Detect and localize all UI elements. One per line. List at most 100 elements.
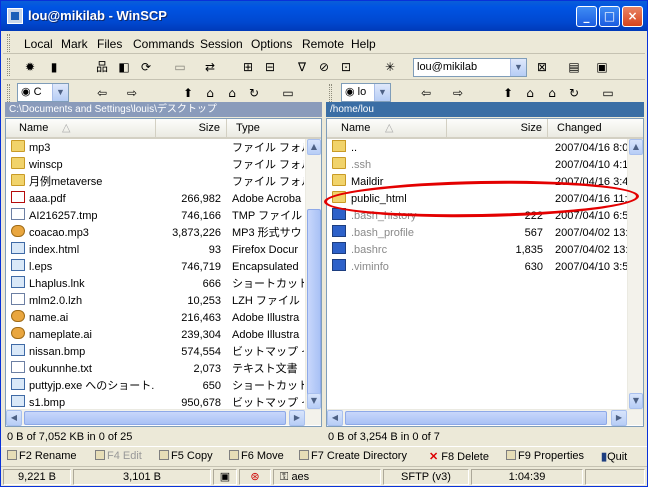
table-row[interactable]: winscp ファイル フォルダ xyxy=(6,157,305,174)
table-row[interactable]: .bashrc 1,835 2007/04/02 13:... xyxy=(327,242,627,259)
local-vertical-scrollbar[interactable]: ▲ ▼ xyxy=(305,139,321,409)
menu-mark[interactable]: Mark xyxy=(61,37,88,51)
queue-options-icon[interactable]: ▤ xyxy=(565,58,583,76)
table-row[interactable]: index.html 93 Firefox Docur xyxy=(6,242,305,259)
network-icon[interactable]: 品 xyxy=(93,58,111,76)
back-arrow-icon[interactable]: ⇦ xyxy=(93,84,111,102)
table-row[interactable]: mp3 ファイル フォルダ xyxy=(6,140,305,157)
minimize-button[interactable]: _ xyxy=(576,6,597,27)
open-folder-icon[interactable]: ▭ xyxy=(279,84,297,102)
toolbar-grip[interactable] xyxy=(7,34,10,52)
filter-icon[interactable]: ∇ xyxy=(293,58,311,76)
scroll-thumb[interactable] xyxy=(307,209,321,404)
table-row[interactable]: nameplate.ai 239,304 Adobe Illustra xyxy=(6,327,305,344)
table-row[interactable]: puttyjp.exe へのショート... 650 ショートカット xyxy=(6,378,305,395)
toolbar-grip[interactable] xyxy=(7,84,10,102)
menu-options[interactable]: Options xyxy=(251,37,292,51)
forward-arrow-icon[interactable]: ⇨ xyxy=(449,84,467,102)
parent-folder-icon[interactable]: ⬆ xyxy=(499,84,517,102)
root-folder-icon[interactable]: ⌂ xyxy=(521,84,539,102)
table-row[interactable]: 月例metaverse ファイル フォルダ xyxy=(6,174,305,191)
home-folder-icon[interactable]: ⌂ xyxy=(543,84,561,102)
properties-button[interactable]: F9 Properties xyxy=(506,450,584,462)
save-session-icon[interactable]: ▣ xyxy=(593,58,611,76)
select-minus-icon[interactable]: ⊟ xyxy=(261,58,279,76)
scroll-up-icon[interactable]: ▲ xyxy=(307,139,321,155)
remote-drive-combo[interactable]: ◉ lo ▼ xyxy=(341,83,391,102)
menu-files[interactable]: Files xyxy=(97,37,122,51)
root-folder-icon[interactable]: ⌂ xyxy=(201,84,219,102)
scroll-right-icon[interactable]: ▶ xyxy=(611,410,627,426)
table-row[interactable]: Lhaplus.lnk 666 ショートカット xyxy=(6,276,305,293)
forward-arrow-icon[interactable]: ⇨ xyxy=(123,84,141,102)
chevron-down-icon[interactable]: ▼ xyxy=(52,84,68,101)
menu-session[interactable]: Session xyxy=(200,37,243,51)
column-changed[interactable]: Changed xyxy=(549,119,643,137)
column-size[interactable]: Size xyxy=(448,119,548,137)
column-name[interactable]: Name △ xyxy=(327,119,447,137)
menu-remote[interactable]: Remote xyxy=(302,37,344,51)
scroll-down-icon[interactable]: ▼ xyxy=(307,393,321,409)
session-combo[interactable]: lou@mikilab ▼ xyxy=(413,58,527,77)
menu-local[interactable]: Local xyxy=(24,37,53,51)
table-row[interactable]: mlm2.0.lzh 10,253 LZH ファイル xyxy=(6,293,305,310)
terminal-icon[interactable]: ▮ xyxy=(45,58,63,76)
scroll-left-icon[interactable]: ◀ xyxy=(327,410,343,426)
refresh-mark-icon[interactable]: ⊡ xyxy=(337,58,355,76)
scroll-up-icon[interactable]: ▲ xyxy=(629,139,643,155)
scroll-thumb[interactable] xyxy=(24,411,286,425)
table-row[interactable]: name.ai 216,463 Adobe Illustra xyxy=(6,310,305,327)
maximize-button[interactable]: □ xyxy=(599,6,620,27)
gear-icon[interactable]: ✹ xyxy=(21,58,39,76)
chevron-down-icon[interactable]: ▼ xyxy=(374,84,390,101)
compare-icon[interactable]: ⇄ xyxy=(201,58,219,76)
table-row[interactable]: oukunnhe.txt 2,073 テキスト文書 xyxy=(6,361,305,378)
menu-commands[interactable]: Commands xyxy=(133,37,194,51)
table-row[interactable]: aaa.pdf 266,982 Adobe Acroba xyxy=(6,191,305,208)
scroll-thumb[interactable] xyxy=(345,411,607,425)
table-row[interactable]: .. 2007/04/16 8:0... xyxy=(327,140,627,157)
column-name[interactable]: Name △ xyxy=(6,119,156,137)
close-button[interactable]: × xyxy=(622,6,643,27)
create-directory-button[interactable]: F7 Create Directory xyxy=(299,450,407,462)
edit-button[interactable]: F4 Edit xyxy=(95,450,142,462)
scroll-down-icon[interactable]: ▼ xyxy=(629,393,643,409)
menu-help[interactable]: Help xyxy=(351,37,376,51)
remote-file-panel[interactable]: Name △ Size Changed .. 2007/04/16 8:0....… xyxy=(326,118,644,427)
move-button[interactable]: F6 Move xyxy=(229,450,284,462)
table-row[interactable]: l.eps 746,719 Encapsulated xyxy=(6,259,305,276)
local-file-panel[interactable]: Name △ Size Type mp3 ファイル フォルダ winscp ファイル … xyxy=(5,118,322,427)
local-horizontal-scrollbar[interactable]: ◀ ▶ xyxy=(6,409,321,426)
remote-horizontal-scrollbar[interactable]: ◀ ▶ xyxy=(327,409,643,426)
scroll-right-icon[interactable]: ▶ xyxy=(289,410,305,426)
back-arrow-icon[interactable]: ⇦ xyxy=(417,84,435,102)
table-row[interactable]: AI216257.tmp 746,166 TMP ファイル xyxy=(6,208,305,225)
synchronize-icon[interactable]: ⟳ xyxy=(137,58,155,76)
chevron-down-icon[interactable]: ▼ xyxy=(510,59,526,76)
quit-button[interactable]: ▮Quit xyxy=(601,450,627,463)
table-row[interactable]: coacao.mp3 3,873,226 MP3 形式サウ xyxy=(6,225,305,242)
refresh-icon[interactable]: ↻ xyxy=(565,84,583,102)
delete-button[interactable]: ✕ F8 Delete xyxy=(429,450,489,463)
scroll-left-icon[interactable]: ◀ xyxy=(6,410,22,426)
queue-icon[interactable]: ◧ xyxy=(115,58,133,76)
table-row[interactable]: nissan.bmp 574,554 ビットマップ イメ xyxy=(6,344,305,361)
toolbar-grip[interactable] xyxy=(7,58,10,76)
open-folder-icon[interactable]: ▭ xyxy=(599,84,617,102)
table-row[interactable]: .viminfo 630 2007/04/10 3:5... xyxy=(327,259,627,276)
column-type[interactable]: Type xyxy=(228,119,308,137)
disconnect-icon[interactable]: ⊠ xyxy=(533,58,551,76)
preferences-icon[interactable]: ▭ xyxy=(171,58,189,76)
parent-folder-icon[interactable]: ⬆ xyxy=(179,84,197,102)
invert-icon[interactable]: ⊘ xyxy=(315,58,333,76)
copy-button[interactable]: F5 Copy xyxy=(159,450,213,462)
home-folder-icon[interactable]: ⌂ xyxy=(223,84,241,102)
table-row[interactable]: .bash_profile 567 2007/04/02 13:... xyxy=(327,225,627,242)
new-session-icon[interactable]: ✳ xyxy=(381,58,399,76)
remote-vertical-scrollbar[interactable]: ▲ ▼ xyxy=(627,139,643,409)
column-size[interactable]: Size xyxy=(157,119,227,137)
title-bar[interactable]: lou@mikilab - WinSCP _ □ × xyxy=(1,1,647,31)
table-row[interactable]: .ssh 2007/04/10 4:1... xyxy=(327,157,627,174)
remote-path[interactable]: /home/lou xyxy=(326,102,644,117)
local-path[interactable]: C:\Documents and Settings\louis\デスクトップ xyxy=(5,102,322,117)
